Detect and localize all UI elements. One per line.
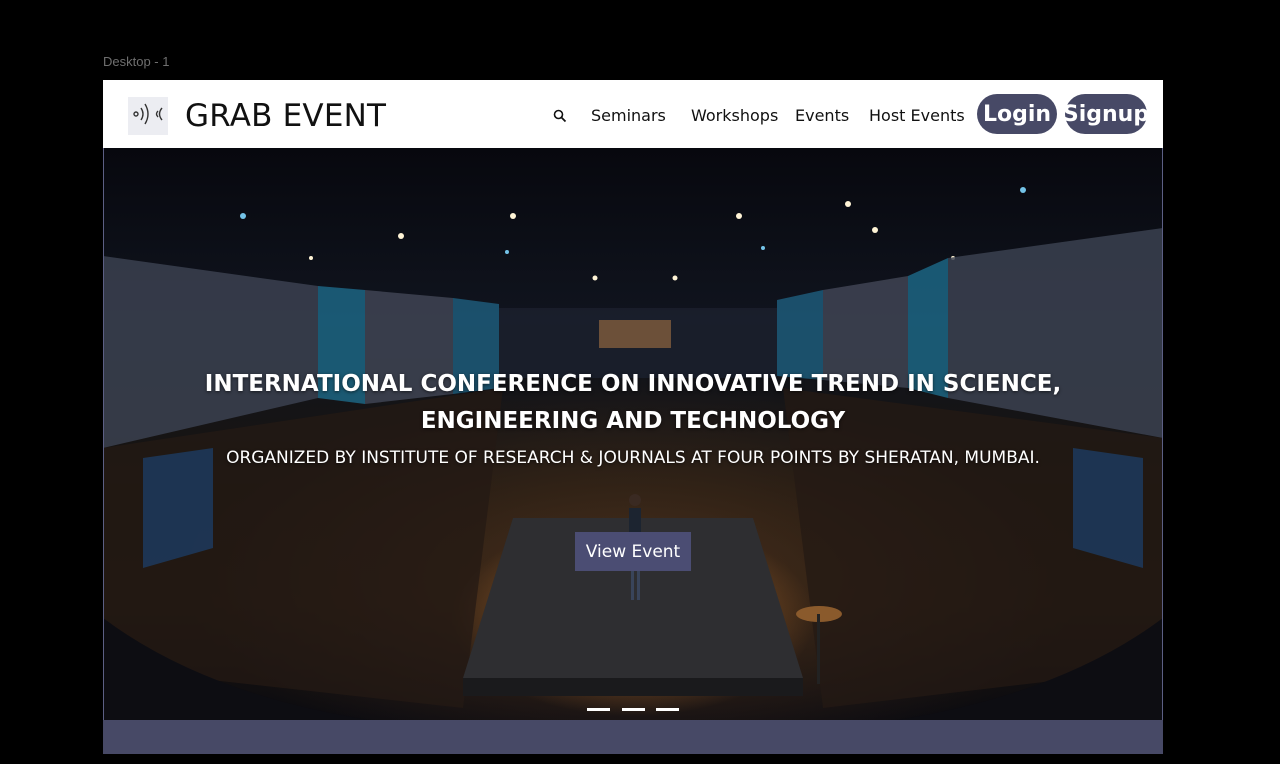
search-icon[interactable] bbox=[553, 109, 567, 123]
carousel-dot-3[interactable] bbox=[656, 708, 679, 711]
event-title: INTERNATIONAL CONFERENCE ON INNOVATIVE T… bbox=[103, 366, 1163, 440]
view-event-button[interactable]: View Event bbox=[575, 532, 691, 571]
logo[interactable] bbox=[128, 97, 168, 135]
footer-bar bbox=[103, 720, 1163, 754]
nav-workshops[interactable]: Workshops bbox=[691, 106, 778, 126]
signup-button[interactable]: Signup bbox=[1063, 94, 1149, 134]
login-button[interactable]: Login bbox=[977, 94, 1057, 134]
event-title-line2: ENGINEERING AND TECHNOLOGY bbox=[420, 408, 846, 434]
page-frame: GRAB EVENT Seminars Workshops Events Hos… bbox=[103, 80, 1163, 754]
carousel-dot-1[interactable] bbox=[587, 708, 610, 711]
carousel-dot-2[interactable] bbox=[622, 708, 645, 711]
brand-name: GRAB EVENT bbox=[185, 98, 387, 134]
frame-label: Desktop - 1 bbox=[103, 54, 170, 69]
hero-banner: INTERNATIONAL CONFERENCE ON INNOVATIVE T… bbox=[103, 148, 1163, 720]
nav-seminars[interactable]: Seminars bbox=[591, 106, 666, 126]
nav-events[interactable]: Events bbox=[795, 106, 849, 126]
navbar: GRAB EVENT Seminars Workshops Events Hos… bbox=[103, 80, 1163, 148]
event-subtitle: ORGANIZED BY INSTITUTE OF RESEARCH & JOU… bbox=[226, 448, 1040, 468]
sound-wave-icon bbox=[130, 99, 166, 134]
nav-host-events[interactable]: Host Events bbox=[869, 106, 965, 126]
event-title-line1: INTERNATIONAL CONFERENCE ON INNOVATIVE T… bbox=[204, 371, 1062, 397]
